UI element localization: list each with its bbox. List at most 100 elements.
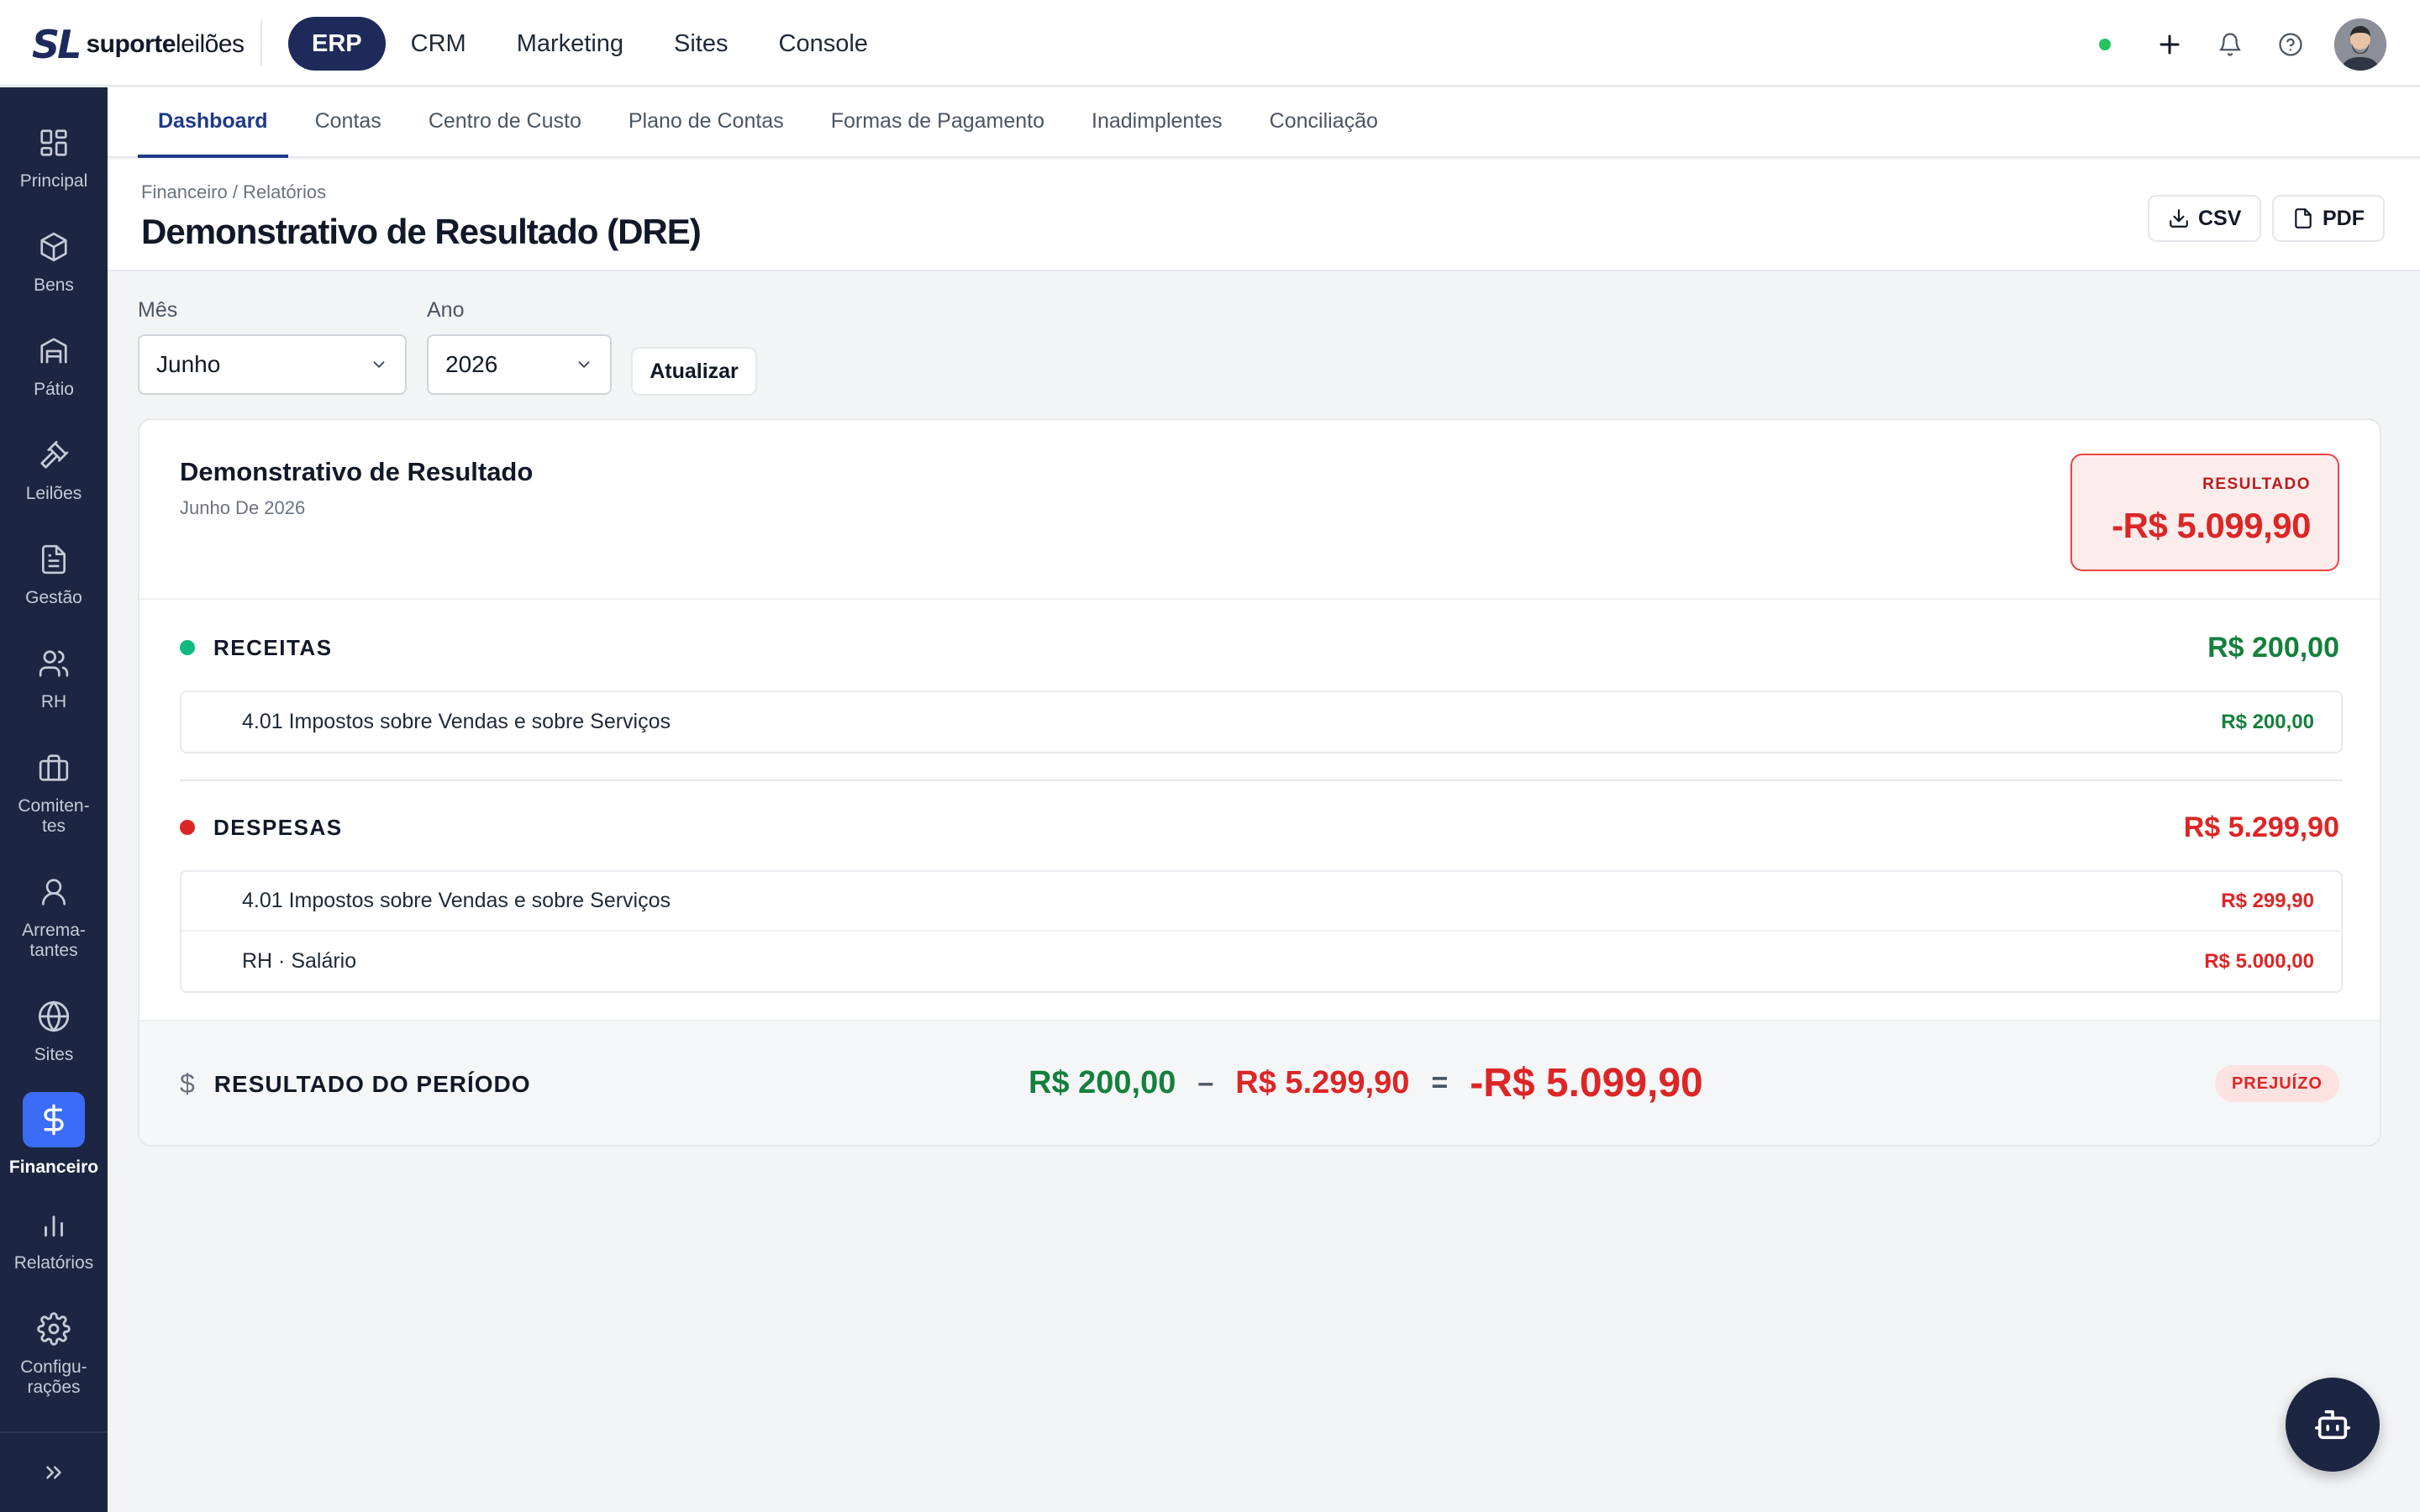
receitas-title: RECEITAS	[213, 634, 333, 660]
despesas-title: DESPESAS	[213, 814, 343, 840]
divider	[180, 780, 2343, 781]
despesas-indicator-dot	[180, 820, 195, 835]
result-formula: R$ 200,00 – R$ 5.299,90 = -R$ 5.099,90	[1028, 1060, 1703, 1106]
sidebar-item-label: Gestão	[25, 588, 82, 607]
sidebar-item-leiloes[interactable]: Leilões	[0, 437, 108, 504]
tab-plano-de-contas[interactable]: Plano de Contas	[608, 86, 804, 156]
list-item: 4.01 Impostos sobre Vendas e sobre Servi…	[182, 692, 2341, 752]
list-item: RH · Salário R$ 5.000,00	[182, 932, 2341, 991]
logo-text: suporteleilões	[86, 30, 245, 58]
sidebar-item-label: Comiten- tes	[18, 796, 90, 836]
download-icon	[2170, 209, 2188, 228]
export-csv-button[interactable]: CSV	[2148, 195, 2262, 242]
chevron-down-icon	[578, 361, 590, 369]
sidebar-item-configuracoes[interactable]: Configu- rações	[0, 1310, 108, 1398]
tab-centro-de-custo[interactable]: Centro de Custo	[408, 86, 602, 156]
sidebar-item-relatorios[interactable]: Relatórios	[0, 1206, 108, 1273]
despesas-total: R$ 5.299,90	[2183, 811, 2339, 843]
bar-chart-icon	[35, 1206, 72, 1243]
receitas-header: RECEITAS R$ 200,00	[180, 627, 2339, 669]
assistant-bot-button[interactable]	[2286, 1378, 2380, 1472]
sidebar-item-label: Relatórios	[13, 1253, 94, 1273]
month-select[interactable]: Junho	[138, 334, 407, 395]
formula-minus: –	[1197, 1067, 1214, 1099]
list-item: 4.01 Impostos sobre Vendas e sobre Servi…	[182, 872, 2341, 932]
top-nav-erp[interactable]: ERP	[288, 17, 386, 71]
sidebar: Principal Bens Pátio Leilões Gestão RH C…	[0, 87, 108, 1512]
sidebar-item-principal[interactable]: Principal	[0, 124, 108, 192]
formula-receitas: R$ 200,00	[1028, 1065, 1176, 1100]
user-avatar[interactable]	[2334, 18, 2386, 71]
dre-report-card: Demonstrativo de Resultado Junho De 2026…	[138, 418, 2381, 1147]
top-bar: SL suporteleilões ERP CRM Marketing Site…	[0, 0, 2420, 87]
receitas-total: R$ 200,00	[2207, 631, 2339, 664]
tab-conciliacao[interactable]: Conciliação	[1249, 86, 1398, 156]
user-icon	[35, 874, 72, 911]
report-period: Junho De 2026	[180, 497, 306, 518]
csv-label: CSV	[2198, 206, 2242, 230]
gavel-icon	[35, 437, 72, 474]
sidebar-item-gestao[interactable]: Gestão	[0, 541, 108, 608]
top-nav: ERP CRM Marketing Sites Console	[288, 17, 893, 71]
sidebar-item-label: Bens	[34, 276, 74, 295]
tab-inadimplentes[interactable]: Inadimplentes	[1071, 86, 1243, 156]
update-button[interactable]: Atualizar	[631, 347, 757, 396]
chevron-down-icon	[373, 361, 385, 369]
period-result-footer: $ RESULTADO DO PERÍODO R$ 200,00 – R$ 5.…	[139, 1020, 2380, 1145]
sidebar-item-arrematantes[interactable]: Arrema- tantes	[0, 874, 108, 961]
document-icon	[35, 541, 72, 578]
formula-despesas: R$ 5.299,90	[1235, 1065, 1410, 1100]
logo-divider	[260, 20, 262, 66]
year-select-value: 2026	[445, 351, 498, 377]
sidebar-item-comitentes[interactable]: Comiten- tes	[0, 749, 108, 837]
page-title: Demonstrativo de Resultado (DRE)	[141, 212, 702, 251]
page-header: Financeiro / Relatórios Demonstrativo de…	[108, 160, 2420, 271]
online-status-dot	[2099, 39, 2111, 50]
sidebar-item-label: Sites	[34, 1045, 74, 1064]
year-select[interactable]: 2026	[427, 334, 612, 395]
tab-formas-de-pagamento[interactable]: Formas de Pagamento	[811, 86, 1065, 156]
globe-icon	[35, 998, 72, 1035]
top-nav-marketing[interactable]: Marketing	[492, 17, 649, 71]
period-result-title: RESULTADO DO PERÍODO	[213, 1070, 531, 1097]
sub-nav: Dashboard Contas Centro de Custo Plano d…	[108, 87, 2420, 158]
sidebar-item-label: Pátio	[34, 380, 74, 399]
receitas-list: 4.01 Impostos sobre Vendas e sobre Servi…	[180, 690, 2343, 753]
top-nav-console[interactable]: Console	[754, 17, 893, 71]
tab-contas[interactable]: Contas	[295, 86, 402, 156]
sidebar-item-label: Financeiro	[8, 1158, 99, 1177]
sidebar-item-patio[interactable]: Pátio	[0, 333, 108, 400]
account-value: R$ 5.000,00	[2204, 949, 2314, 973]
gear-icon	[35, 1310, 72, 1347]
dollar-icon: $	[180, 1068, 196, 1099]
top-nav-sites[interactable]: Sites	[649, 17, 753, 71]
formula-resultado: -R$ 5.099,90	[1470, 1061, 1703, 1105]
export-pdf-button[interactable]: PDF	[2272, 195, 2385, 242]
account-name: 4.01 Impostos sobre Vendas e sobre Servi…	[242, 710, 671, 733]
breadcrumb[interactable]: Financeiro / Relatórios	[141, 181, 326, 203]
sidebar-item-rh[interactable]: RH	[0, 645, 108, 712]
sidebar-item-financeiro[interactable]: Financeiro	[0, 1092, 108, 1178]
help-icon[interactable]	[2274, 28, 2307, 61]
bell-icon[interactable]	[2213, 28, 2247, 61]
sidebar-item-label: Arrema- tantes	[22, 921, 86, 960]
grid-icon	[35, 124, 72, 161]
dollar-icon	[23, 1092, 85, 1147]
month-select-value: Junho	[156, 351, 221, 377]
period-result-label: $ RESULTADO DO PERÍODO	[180, 1068, 531, 1100]
sidebar-item-sites[interactable]: Sites	[0, 998, 108, 1065]
box-icon	[35, 228, 72, 265]
receitas-indicator-dot	[180, 640, 195, 655]
sidebar-item-bens[interactable]: Bens	[0, 228, 108, 296]
sidebar-item-label: Configu- rações	[20, 1357, 87, 1397]
users-icon	[35, 645, 72, 682]
status-badge: PREJUÍZO	[2214, 1065, 2339, 1102]
file-icon	[2295, 208, 2312, 228]
sidebar-expand-button[interactable]	[0, 1431, 108, 1512]
top-nav-crm[interactable]: CRM	[386, 17, 492, 71]
plus-icon[interactable]	[2153, 28, 2186, 61]
brand-logo[interactable]: SL suporteleilões	[32, 22, 245, 67]
tab-dashboard[interactable]: Dashboard	[138, 86, 288, 158]
account-value: R$ 299,90	[2221, 889, 2314, 912]
account-name: 4.01 Impostos sobre Vendas e sobre Servi…	[242, 889, 671, 912]
